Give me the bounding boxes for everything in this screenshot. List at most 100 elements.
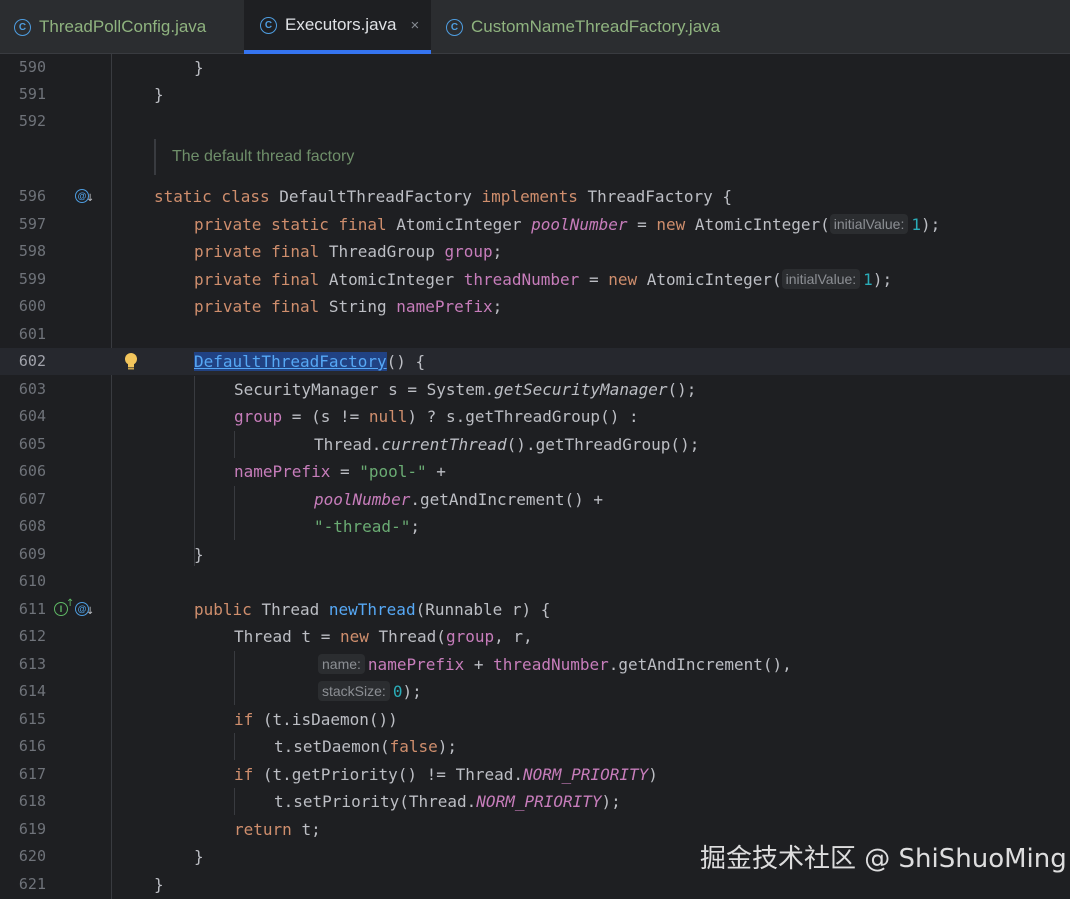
java-class-icon: C: [14, 18, 31, 36]
line-number: 592: [18, 112, 46, 130]
code-text: if (t.isDaemon()): [234, 710, 398, 729]
code-text: }: [154, 875, 164, 894]
line-number: 612: [18, 627, 46, 645]
code-line[interactable]: 590 }: [0, 54, 1070, 81]
code-text: static class DefaultThreadFactory implem…: [154, 187, 732, 206]
line-number: 617: [18, 765, 46, 783]
code-text: private final String namePrefix;: [194, 297, 503, 316]
code-line[interactable]: 601: [0, 321, 1070, 348]
code-text: private final ThreadGroup group;: [194, 242, 503, 261]
code-text: }: [154, 85, 164, 104]
code-line[interactable]: 592: [0, 108, 1070, 135]
param-hint: name:: [318, 654, 365, 674]
code-text: public Thread newThread(Runnable r) {: [194, 600, 551, 619]
code-text: }: [194, 545, 204, 564]
java-class-icon: C: [260, 16, 277, 34]
line-number: 602: [18, 352, 46, 370]
code-line[interactable]: 610: [0, 568, 1070, 595]
line-number: 614: [18, 682, 46, 700]
code-text: DefaultThreadFactory() {: [194, 352, 426, 371]
code-text: }: [194, 58, 204, 77]
code-text: t.setPriority(Thread.NORM_PRIORITY);: [274, 792, 621, 811]
line-number: 604: [18, 407, 46, 425]
code-text: private static final AtomicInteger poolN…: [194, 214, 941, 234]
code-line-current[interactable]: 602 DefaultThreadFactory() {: [0, 348, 1070, 375]
java-class-icon: C: [446, 18, 463, 36]
line-number: 620: [18, 847, 46, 865]
line-number: 591: [18, 85, 46, 103]
line-number: 610: [18, 572, 46, 590]
code-line[interactable]: 598 private final ThreadGroup group;: [0, 238, 1070, 265]
line-number: 603: [18, 380, 46, 398]
close-icon[interactable]: ×: [411, 17, 420, 34]
code-line[interactable]: 613 name: namePrefix + threadNumber.getAn…: [0, 651, 1070, 678]
code-line[interactable]: 612 Thread t = new Thread(group, r,: [0, 623, 1070, 650]
code-line[interactable]: 608 "-thread-";: [0, 513, 1070, 540]
line-number: 600: [18, 297, 46, 315]
line-number: 611: [18, 600, 46, 618]
editor-tab-bar: C ThreadPollConfig.java C Executors.java…: [0, 0, 1070, 54]
line-number: 615: [18, 710, 46, 728]
tab-threadpollconfig[interactable]: C ThreadPollConfig.java: [14, 0, 206, 54]
tab-label: Executors.java: [285, 15, 397, 34]
line-number: 598: [18, 242, 46, 260]
line-number: 613: [18, 655, 46, 673]
line-number: 599: [18, 270, 46, 288]
line-number: 607: [18, 490, 46, 508]
line-number: 621: [18, 875, 46, 893]
code-text: Thread t = new Thread(group, r,: [234, 627, 533, 646]
arrow-down-icon: ↓: [86, 606, 95, 617]
line-number: 601: [18, 325, 46, 343]
code-line[interactable]: 603 SecurityManager s = System.getSecuri…: [0, 376, 1070, 403]
line-number: 619: [18, 820, 46, 838]
code-line[interactable]: 599 private final AtomicInteger threadNu…: [0, 266, 1070, 293]
code-line[interactable]: 600 private final String namePrefix;: [0, 293, 1070, 320]
code-text: name: namePrefix + threadNumber.getAndInc…: [318, 651, 792, 678]
code-line[interactable]: 617 if (t.getPriority() != Thread.NORM_P…: [0, 761, 1070, 788]
code-text: poolNumber.getAndIncrement() +: [314, 490, 603, 509]
watermark: 掘金技术社区 @ ShiShuoMing: [700, 844, 1067, 874]
tab-customnamethreadfactory[interactable]: C CustomNameThreadFactory.java: [446, 0, 720, 54]
code-line[interactable]: 616 t.setDaemon(false);: [0, 733, 1070, 760]
code-text: private final AtomicInteger threadNumber…: [194, 269, 893, 289]
code-text: Thread.currentThread().getThreadGroup();: [314, 435, 700, 454]
code-line[interactable]: 591 }: [0, 81, 1070, 108]
tab-executors[interactable]: C Executors.java ×: [244, 0, 431, 54]
line-number: 597: [18, 215, 46, 233]
arrow-up-icon: ↑: [66, 598, 75, 609]
code-line[interactable]: 596 @ ↓ static class DefaultThreadFactor…: [0, 183, 1070, 210]
code-text: namePrefix = "pool-" +: [234, 462, 446, 481]
param-hint: initialValue:: [781, 269, 861, 289]
code-text: t.setDaemon(false);: [274, 737, 458, 756]
code-text: SecurityManager s = System.getSecurityMa…: [234, 380, 697, 399]
code-line[interactable]: 609 }: [0, 541, 1070, 568]
tab-label: CustomNameThreadFactory.java: [471, 17, 721, 36]
code-text: return t;: [234, 820, 321, 839]
doc-comment-bar: [154, 139, 156, 175]
code-line[interactable]: 615 if (t.isDaemon()): [0, 706, 1070, 733]
code-line[interactable]: 611 I ↑ @ ↓ public Thread newThread(Runn…: [0, 596, 1070, 623]
code-line[interactable]: 604 group = (s != null) ? s.getThreadGro…: [0, 403, 1070, 430]
line-number: 606: [18, 462, 46, 480]
line-number: 596: [18, 187, 46, 205]
line-number: 609: [18, 545, 46, 563]
code-line[interactable]: 597 private static final AtomicInteger p…: [0, 211, 1070, 238]
doc-comment: The default thread factory: [172, 148, 355, 165]
line-number: 616: [18, 737, 46, 755]
code-line[interactable]: 605 Thread.currentThread().getThreadGrou…: [0, 431, 1070, 458]
arrow-down-icon: ↓: [86, 193, 95, 204]
code-text: stackSize: 0);: [318, 678, 422, 705]
code-text: if (t.getPriority() != Thread.NORM_PRIOR…: [234, 765, 658, 784]
code-line[interactable]: 606 namePrefix = "pool-" +: [0, 458, 1070, 485]
line-number: 608: [18, 517, 46, 535]
param-hint: stackSize:: [318, 681, 390, 701]
code-line[interactable]: 618 t.setPriority(Thread.NORM_PRIORITY);: [0, 788, 1070, 815]
code-line[interactable]: 614 stackSize: 0);: [0, 678, 1070, 705]
tab-label: ThreadPollConfig.java: [39, 17, 207, 36]
line-number: 590: [18, 58, 46, 76]
line-number: 605: [18, 435, 46, 453]
code-line[interactable]: 607 poolNumber.getAndIncrement() +: [0, 486, 1070, 513]
code-text: }: [194, 847, 204, 866]
lightbulb-icon[interactable]: [123, 352, 139, 372]
code-line[interactable]: 621 }: [0, 871, 1070, 898]
